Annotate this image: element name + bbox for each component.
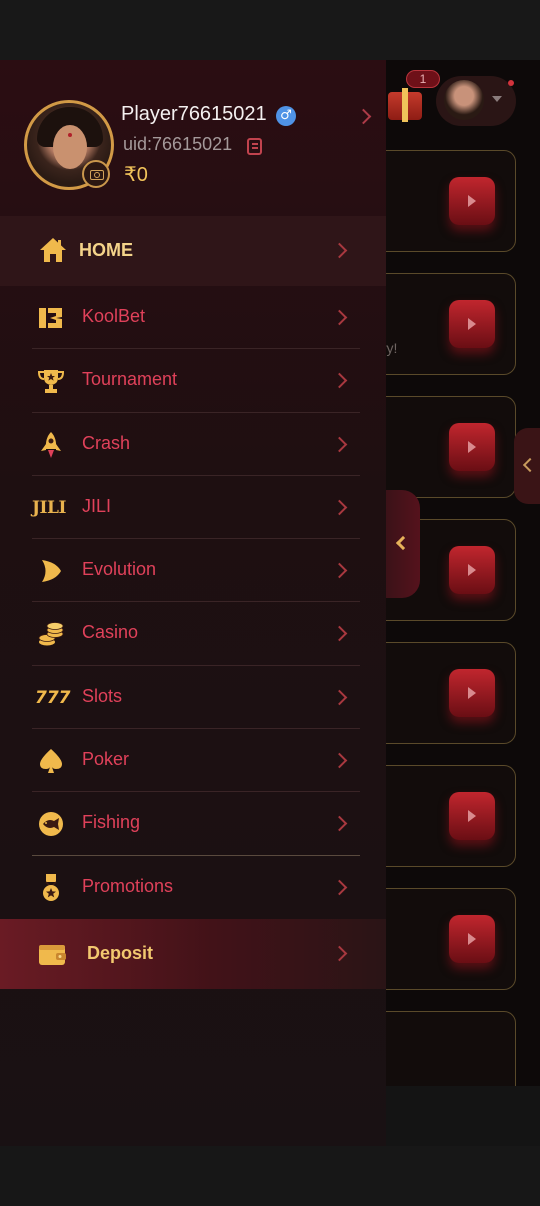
play-icon[interactable] [449, 915, 495, 963]
chevron-right-icon [331, 816, 348, 832]
side-expand-tab[interactable] [514, 428, 540, 504]
chevron-right-icon [331, 436, 348, 452]
menu-item-casino[interactable]: Casino [0, 602, 386, 666]
menu-label: Promotions [82, 875, 174, 896]
menu-item-fishing[interactable]: Fishing [0, 792, 386, 856]
menu-label: Crash [82, 432, 131, 453]
side-drawer: Player76615021 ♂ uid:76615021 ₹0 HOME Ko… [0, 60, 386, 1146]
alert-dot [508, 80, 514, 86]
play-icon[interactable] [449, 177, 495, 225]
menu-item-tournament[interactable]: Tournament [0, 349, 386, 413]
chevron-right-icon [331, 562, 348, 579]
koolbet-logo-icon [39, 308, 62, 328]
notification-badge: 1 [406, 70, 440, 88]
menu-label: Poker [82, 749, 130, 770]
game-card[interactable] [370, 1011, 516, 1086]
play-icon[interactable] [449, 300, 495, 348]
avatar [444, 80, 484, 120]
slots-777-icon: 777 [35, 687, 71, 708]
copy-icon[interactable] [247, 138, 262, 155]
chevron-right-icon [331, 752, 348, 769]
menu-item-jili[interactable]: JILI JILI [0, 476, 386, 540]
wallet-icon [39, 944, 66, 965]
menu-label: HOME [79, 240, 133, 260]
game-card[interactable]: e [370, 150, 516, 252]
menu-item-promotions[interactable]: Promotions [0, 856, 386, 919]
caret-down-icon [492, 96, 502, 102]
chevron-right-icon [331, 689, 348, 706]
male-gender-icon: ♂ [276, 106, 296, 126]
menu-item-slots[interactable]: 777 Slots [0, 666, 386, 730]
balance: ₹0 [124, 164, 148, 186]
profile-header[interactable]: Player76615021 ♂ uid:76615021 ₹0 [0, 60, 386, 216]
menu-item-deposit[interactable]: Deposit [0, 918, 386, 989]
game-card[interactable]: ve [370, 642, 516, 744]
evolution-icon [42, 560, 61, 583]
chevron-right-icon[interactable] [355, 108, 372, 125]
navigation-bar [0, 1146, 540, 1206]
menu-label: Deposit [87, 942, 154, 963]
chevron-right-icon [331, 945, 348, 962]
chevron-right-icon [331, 242, 348, 259]
game-card[interactable]: lory! [370, 273, 516, 375]
jili-logo-icon: JILI [32, 497, 66, 518]
chevron-right-icon [331, 373, 348, 389]
drawer-menu: HOME KoolBet Tournament Crash JILI JILI [0, 216, 386, 989]
game-card[interactable] [370, 765, 516, 867]
play-icon[interactable] [449, 792, 495, 840]
chevron-right-icon [331, 879, 348, 895]
chevron-left-icon [395, 535, 411, 551]
menu-item-home[interactable]: HOME [0, 216, 386, 286]
chevron-right-icon [331, 309, 348, 326]
player-name: Player76615021 [121, 103, 267, 125]
menu-item-crash[interactable]: Crash [0, 413, 386, 476]
menu-item-evolution[interactable]: Evolution [0, 539, 386, 603]
game-card[interactable] [370, 396, 516, 498]
menu-label: JILI [82, 495, 112, 516]
game-card[interactable] [370, 888, 516, 990]
play-icon[interactable] [449, 669, 495, 717]
home-icon [40, 238, 66, 262]
menu-label: Slots [82, 685, 123, 706]
menu-label: Tournament [82, 369, 178, 390]
menu-label: Casino [82, 622, 139, 643]
camera-icon[interactable] [82, 160, 110, 188]
status-bar [0, 0, 540, 60]
menu-item-poker[interactable]: Poker [0, 729, 386, 793]
coins-icon [38, 622, 64, 646]
menu-label: Fishing [82, 812, 141, 833]
spade-icon [40, 749, 62, 774]
menu-label: Evolution [82, 559, 157, 580]
fish-icon [39, 812, 63, 837]
medal-icon [43, 873, 59, 901]
play-icon[interactable] [449, 546, 495, 594]
menu-label: KoolBet [82, 306, 146, 326]
account-menu-button[interactable] [436, 76, 516, 126]
player-uid: uid:76615021 [123, 134, 233, 154]
play-icon[interactable] [449, 423, 495, 471]
trophy-icon [37, 370, 65, 394]
drawer-collapse-tab[interactable] [386, 490, 420, 598]
rocket-icon [41, 431, 61, 458]
chevron-right-icon [331, 499, 348, 516]
chevron-right-icon [331, 626, 348, 642]
menu-item-koolbet[interactable]: KoolBet [0, 286, 386, 350]
